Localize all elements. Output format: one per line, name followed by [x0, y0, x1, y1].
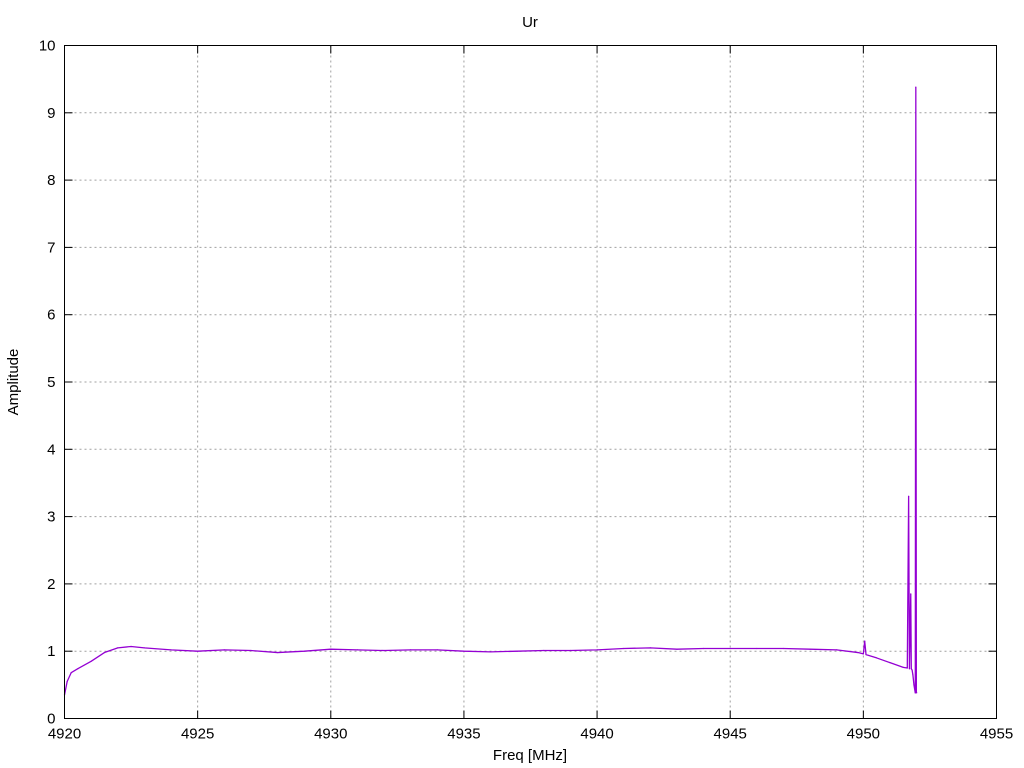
data-point: [911, 669, 913, 671]
data-point: [77, 668, 79, 670]
y-tick-label: 6: [47, 307, 55, 324]
plot-area: [63, 86, 918, 696]
data-point: [117, 647, 119, 649]
x-tick-label: 4935: [447, 726, 480, 743]
y-axis-label: Amplitude: [5, 349, 22, 416]
series-line: [63, 86, 918, 696]
data-point: [90, 660, 92, 662]
data-point: [914, 692, 916, 694]
x-tick-label: 4920: [48, 726, 81, 743]
data-point: [864, 640, 866, 642]
data-point: [143, 647, 145, 649]
data-point: [908, 495, 910, 498]
data-point: [463, 650, 465, 652]
data-point: [70, 672, 72, 674]
data-point: [569, 649, 572, 652]
data-point: [383, 649, 385, 652]
x-tick-label: 4945: [714, 726, 747, 743]
data-point: [543, 649, 545, 652]
data-point: [865, 653, 867, 656]
data-point: [915, 690, 917, 693]
y-tick-label: 8: [47, 172, 55, 189]
data-point: [130, 645, 132, 648]
tick-labels: 0123456789104920 4925 4930 4935 4940 4945 4950…: [39, 38, 1013, 743]
data-point: [410, 649, 412, 651]
data-point: [908, 668, 911, 670]
x-tick-label: 4955: [980, 726, 1013, 743]
data-point: [916, 692, 918, 694]
data-point: [223, 649, 225, 651]
data-point: [276, 651, 279, 654]
x-tick-label: 4930: [314, 726, 347, 743]
data-point: [623, 647, 625, 650]
data-point: [876, 657, 878, 659]
data-point: [857, 651, 859, 654]
data-point: [782, 647, 785, 650]
data-point: [103, 651, 106, 654]
y-tick-label: 9: [47, 105, 55, 122]
y-tick-label: 5: [47, 374, 55, 391]
x-tick-label: 4940: [580, 726, 613, 743]
data-point: [915, 86, 917, 88]
data-point: [756, 647, 758, 650]
data-point: [436, 649, 438, 651]
data-point: [676, 648, 678, 650]
data-point: [912, 674, 914, 676]
y-tick-label: 2: [47, 576, 55, 593]
data-point: [910, 593, 912, 595]
chart: Ur 0123456789104920 4925 4930 4935 4940 4945 4…: [5, 14, 1013, 764]
data-point: [303, 650, 305, 652]
x-tick-label: 4950: [847, 726, 880, 743]
y-tick-label: 3: [47, 509, 55, 526]
y-tick-label: 1: [47, 643, 55, 660]
y-tick-label: 7: [47, 239, 55, 256]
data-point: [862, 653, 864, 655]
data-point: [729, 647, 731, 650]
data-point: [702, 647, 705, 650]
data-point: [649, 647, 651, 649]
grid-lines: [64, 45, 997, 719]
data-point: [910, 668, 912, 670]
x-axis-label: Freq [MHz]: [493, 747, 567, 764]
y-tick-label: 10: [39, 38, 56, 55]
data-point: [170, 649, 172, 651]
data-point: [809, 648, 811, 650]
data-point: [356, 649, 359, 651]
data-point: [596, 649, 598, 651]
data-point: [906, 667, 908, 669]
data-point: [902, 666, 904, 668]
data-point: [330, 648, 332, 650]
data-point: [197, 650, 199, 652]
x-tick-label: 4925: [181, 726, 214, 743]
y-tick-label: 4: [47, 441, 55, 458]
data-point: [516, 650, 518, 652]
data-point: [250, 649, 252, 652]
data-point: [836, 649, 838, 651]
chart-title: Ur: [522, 14, 538, 31]
data-point: [889, 662, 891, 664]
data-point: [913, 684, 915, 686]
data-point: [66, 680, 68, 683]
data-point: [489, 651, 492, 653]
